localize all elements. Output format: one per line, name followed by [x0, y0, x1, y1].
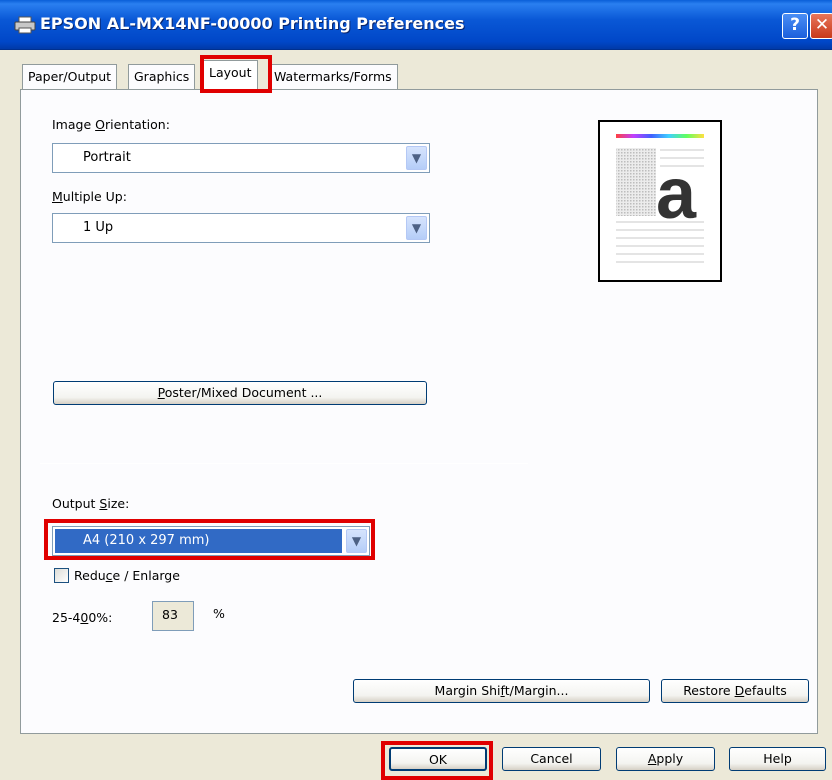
tab-label: Watermarks/Forms	[274, 69, 392, 84]
restore-defaults-button[interactable]: Restore Defaults	[661, 679, 809, 703]
multiple-up-value: 1 Up	[83, 220, 114, 235]
window-title: EPSON AL-MX14NF-00000 Printing Preferenc…	[40, 14, 465, 33]
output-size-select[interactable]: A4 (210 x 297 mm) ▼	[52, 526, 370, 556]
separator	[40, 463, 528, 464]
output-size-value: A4 (210 x 297 mm)	[83, 533, 210, 548]
question-icon: ?	[790, 15, 800, 35]
chevron-down-icon[interactable]: ▼	[406, 146, 427, 170]
ok-button[interactable]: OK	[389, 747, 487, 771]
percent-value: 83	[162, 607, 178, 622]
reduce-enlarge-label[interactable]: Reduce / Enlarge	[74, 568, 180, 583]
percent-label: 25-400%:	[52, 610, 113, 625]
tab-label: Layout	[209, 65, 252, 80]
percent-unit: %	[213, 606, 225, 621]
close-icon: ✕	[814, 15, 830, 35]
chevron-down-icon[interactable]: ▼	[346, 529, 367, 553]
output-size-label: Output Size:	[52, 496, 130, 511]
printer-icon	[14, 16, 36, 34]
tab-graphics[interactable]: Graphics	[128, 64, 196, 89]
tab-layout[interactable]: Layout	[203, 60, 258, 90]
percent-input[interactable]: 83	[152, 601, 194, 631]
chevron-down-icon[interactable]: ▼	[406, 216, 427, 240]
multiple-up-label: Multiple Up:	[52, 189, 127, 204]
tab-paper-output[interactable]: Paper/Output	[22, 64, 118, 89]
margin-shift-button[interactable]: Margin Shift/Margin...	[353, 679, 650, 703]
close-button[interactable]: ✕	[810, 13, 832, 39]
reduce-enlarge-checkbox[interactable]	[54, 568, 69, 583]
apply-button[interactable]: Apply	[616, 747, 715, 771]
tab-label: Graphics	[134, 69, 190, 84]
tab-watermarks-forms[interactable]: Watermarks/Forms	[268, 64, 398, 89]
preview-letter: a	[656, 154, 697, 234]
orientation-label: Image Orientation:	[52, 117, 170, 132]
cancel-button[interactable]: Cancel	[502, 747, 601, 771]
help-title-button[interactable]: ?	[782, 13, 808, 39]
preview-graphic: a	[616, 134, 704, 263]
page-preview: a	[598, 120, 722, 282]
title-bar: EPSON AL-MX14NF-00000 Printing Preferenc…	[0, 0, 832, 50]
help-button[interactable]: Help	[729, 747, 826, 771]
tab-label: Paper/Output	[28, 69, 112, 84]
poster-mixed-document-button[interactable]: Poster/Mixed Document ...	[53, 381, 427, 405]
orientation-value: Portrait	[83, 150, 131, 165]
orientation-select[interactable]: Portrait ▼	[52, 143, 430, 173]
multiple-up-select[interactable]: 1 Up ▼	[52, 213, 430, 243]
